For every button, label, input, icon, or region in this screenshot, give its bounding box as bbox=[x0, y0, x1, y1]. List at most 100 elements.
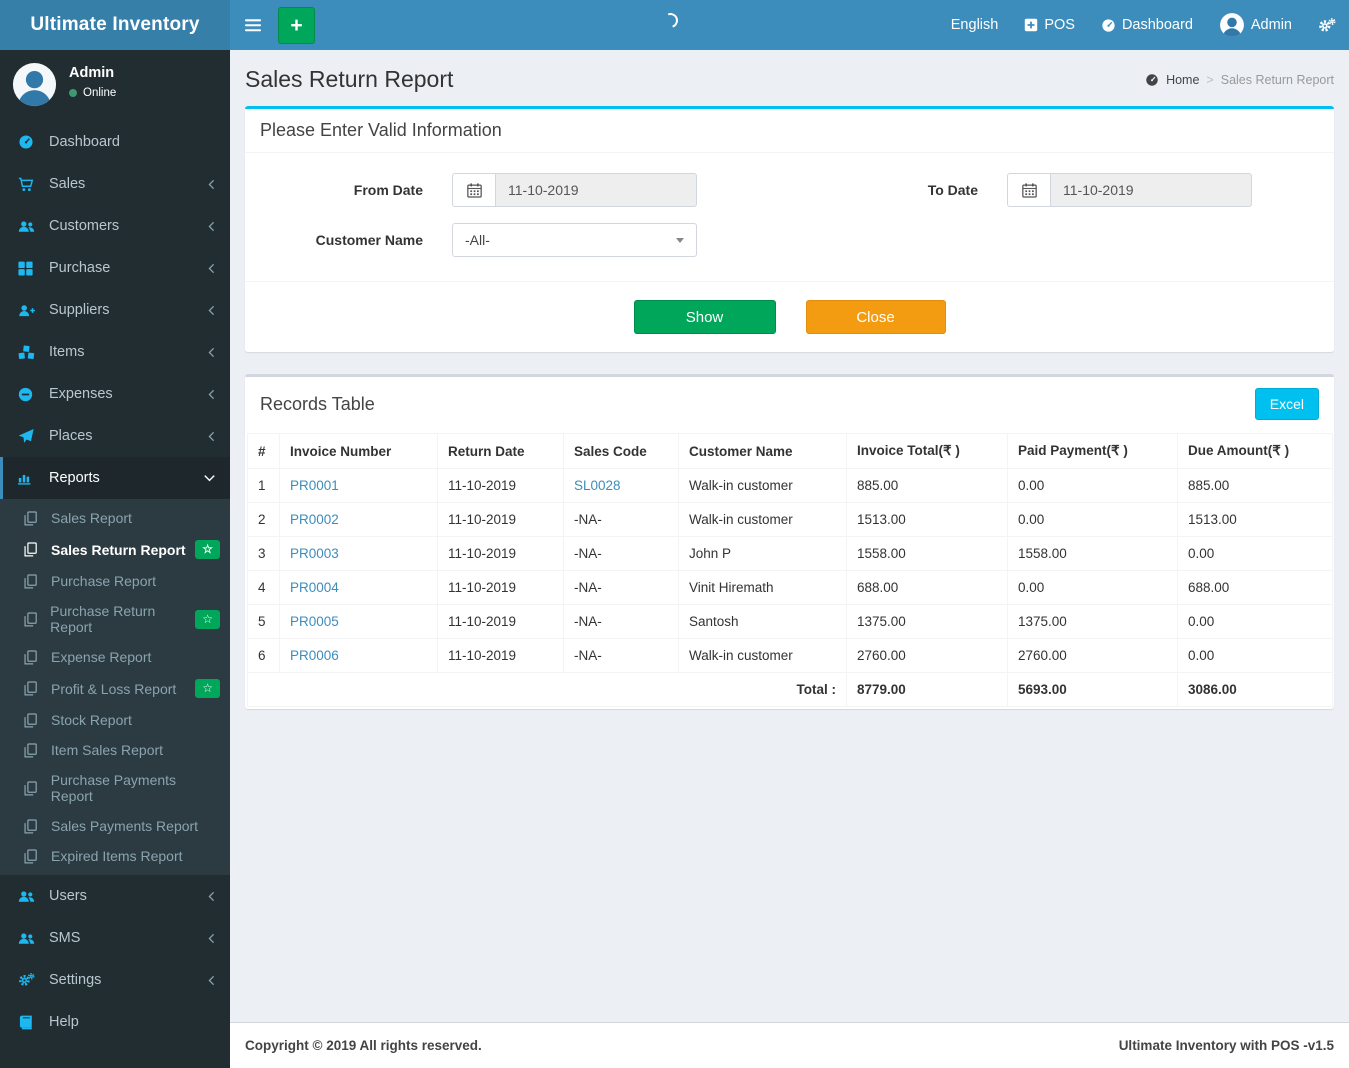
breadcrumb-home[interactable]: Home bbox=[1166, 73, 1199, 87]
sidebar-item-dashboard[interactable]: Dashboard bbox=[0, 121, 230, 163]
invoice-number-link-cell: PR0002 bbox=[279, 502, 438, 537]
sidebar-item-sales[interactable]: Sales bbox=[0, 163, 230, 205]
star-badge: ☆ bbox=[195, 540, 220, 559]
dashboard-link[interactable]: Dashboard bbox=[1088, 0, 1206, 50]
close-button[interactable]: Close bbox=[805, 300, 946, 334]
breadcrumb-current: Sales Return Report bbox=[1220, 72, 1334, 87]
sales-code-cell: -NA- bbox=[563, 604, 679, 639]
invoice-total-cell: 1513.00 bbox=[846, 502, 1008, 537]
sidebar-item-label: Purchase Return Report bbox=[50, 603, 156, 635]
sidebar-item-expense-report[interactable]: Expense Report bbox=[0, 642, 230, 672]
customer-name-cell: Walk-in customer bbox=[678, 638, 847, 673]
return-date-cell: 11-10-2019 bbox=[437, 604, 564, 639]
sidebar-item-expired-items-report[interactable]: Expired Items Report bbox=[0, 841, 230, 871]
copy-icon bbox=[24, 510, 45, 526]
filter-panel: Please Enter Valid Information From Date… bbox=[245, 106, 1334, 352]
copy-icon bbox=[24, 818, 45, 834]
copy-icon bbox=[24, 542, 45, 557]
pos-link[interactable]: POS bbox=[1011, 0, 1088, 50]
sidebar-item-sms[interactable]: SMS bbox=[0, 917, 230, 959]
users-icon bbox=[18, 931, 42, 946]
to-date-label: To Date bbox=[927, 182, 978, 198]
sidebar-item-stock-report[interactable]: Stock Report bbox=[0, 705, 230, 735]
sidebar-item-label: Purchase bbox=[49, 260, 111, 276]
sidebar-item-expenses[interactable]: Expenses bbox=[0, 373, 230, 415]
sidebar-item-help[interactable]: Help bbox=[0, 1001, 230, 1043]
sidebar-item-settings[interactable]: Settings bbox=[0, 959, 230, 1001]
invoice-number-link[interactable]: PR0002 bbox=[290, 512, 339, 527]
sidebar-item-purchase-payments-report[interactable]: Purchase Payments Report bbox=[0, 765, 230, 811]
grid-icon bbox=[18, 261, 42, 276]
sidebar-item-reports[interactable]: Reports bbox=[0, 457, 230, 499]
excel-export-button[interactable]: Excel bbox=[1254, 388, 1319, 420]
sidebar-item-purchase-return-report[interactable]: Purchase Return Report ☆ bbox=[0, 596, 230, 642]
from-date-input[interactable] bbox=[495, 173, 697, 207]
breadcrumb: Home > Sales Return Report bbox=[1145, 73, 1334, 87]
bar-chart-icon bbox=[18, 471, 42, 485]
quick-add-button[interactable]: + bbox=[278, 6, 315, 44]
sidebar-item-label: Users bbox=[49, 888, 87, 904]
language-menu[interactable]: English bbox=[938, 0, 1012, 50]
customer-name-cell: Walk-in customer bbox=[678, 468, 847, 503]
calendar-icon[interactable] bbox=[452, 173, 495, 207]
sales-code-cell: SL0028 bbox=[563, 468, 679, 503]
invoice-number-link[interactable]: PR0004 bbox=[290, 580, 339, 595]
customer-name-cell: Santosh bbox=[678, 604, 847, 639]
sidebar-item-item-sales-report[interactable]: Item Sales Report bbox=[0, 735, 230, 765]
sidebar-item-label: Items bbox=[49, 344, 85, 360]
customer-select[interactable]: -All- bbox=[452, 223, 697, 257]
sidebar-item-items[interactable]: Items bbox=[0, 331, 230, 373]
row-index-cell: 3 bbox=[247, 536, 280, 571]
chevron-left-icon bbox=[208, 347, 215, 358]
chevron-left-icon bbox=[208, 221, 215, 232]
sidebar-item-users[interactable]: Users bbox=[0, 875, 230, 917]
col-header-customer-name: Customer Name bbox=[678, 433, 847, 469]
to-date-input[interactable] bbox=[1050, 173, 1252, 207]
sidebar-item-places[interactable]: Places bbox=[0, 415, 230, 457]
app-logo[interactable]: Ultimate Inventory bbox=[0, 0, 230, 50]
sales-code[interactable]: SL0028 bbox=[574, 478, 621, 493]
col-header-paid-payment: Paid Payment(₹ ) bbox=[1007, 433, 1178, 469]
sidebar-item-purchase-report[interactable]: Purchase Report bbox=[0, 566, 230, 596]
sidebar-item-purchase[interactable]: Purchase bbox=[0, 247, 230, 289]
sidebar-item-sales-return-report[interactable]: Sales Return Report ☆ bbox=[0, 533, 230, 566]
settings-menu[interactable] bbox=[1305, 0, 1349, 50]
dashboard-label: Dashboard bbox=[1121, 17, 1193, 33]
invoice-number-link[interactable]: PR0005 bbox=[290, 614, 339, 629]
gears-icon bbox=[18, 972, 42, 988]
sidebar-toggle-button[interactable] bbox=[230, 0, 276, 50]
sidebar-item-label: Settings bbox=[49, 972, 102, 988]
row-index-cell: 2 bbox=[247, 502, 280, 537]
return-date-cell: 11-10-2019 bbox=[437, 502, 564, 537]
user-status[interactable]: Online bbox=[69, 87, 116, 99]
user-menu[interactable]: Admin bbox=[1206, 0, 1305, 50]
return-date-cell: 11-10-2019 bbox=[437, 536, 564, 571]
invoice-number-link[interactable]: PR0006 bbox=[290, 648, 339, 663]
sidebar-item-customers[interactable]: Customers bbox=[0, 205, 230, 247]
sidebar-item-label: Expired Items Report bbox=[51, 848, 183, 864]
sales-code-cell: -NA- bbox=[563, 570, 679, 605]
calendar-icon[interactable] bbox=[1007, 173, 1050, 207]
chevron-left-icon bbox=[208, 305, 215, 316]
chevron-left-icon bbox=[208, 389, 215, 400]
sidebar-item-label: Suppliers bbox=[49, 302, 110, 318]
sidebar-item-suppliers[interactable]: Suppliers bbox=[0, 289, 230, 331]
sidebar-item-label: SMS bbox=[49, 930, 81, 946]
chevron-left-icon bbox=[208, 431, 215, 442]
invoice-number-link[interactable]: PR0001 bbox=[290, 478, 339, 493]
invoice-number-link[interactable]: PR0003 bbox=[290, 546, 339, 561]
due-amount-cell: 1513.00 bbox=[1177, 502, 1333, 537]
home-icon bbox=[1145, 73, 1159, 87]
gears-icon bbox=[1318, 17, 1336, 34]
minus-circle-icon bbox=[18, 387, 42, 402]
invoice-number-link-cell: PR0006 bbox=[279, 638, 438, 673]
table-row: 4 PR0004 11-10-2019 -NA- Vinit Hiremath 688.0… bbox=[247, 570, 1333, 605]
avatar bbox=[1219, 12, 1245, 38]
chevron-left-icon bbox=[208, 263, 215, 274]
sidebar-item-sales-report[interactable]: Sales Report bbox=[0, 503, 230, 533]
show-button[interactable]: Show bbox=[633, 300, 776, 334]
filter-panel-title: Please Enter Valid Information bbox=[260, 120, 502, 140]
sidebar-item-sales-payments-report[interactable]: Sales Payments Report bbox=[0, 811, 230, 841]
copy-icon bbox=[24, 780, 45, 796]
sidebar-item-profit-loss-report[interactable]: Profit & Loss Report ☆ bbox=[0, 672, 230, 705]
